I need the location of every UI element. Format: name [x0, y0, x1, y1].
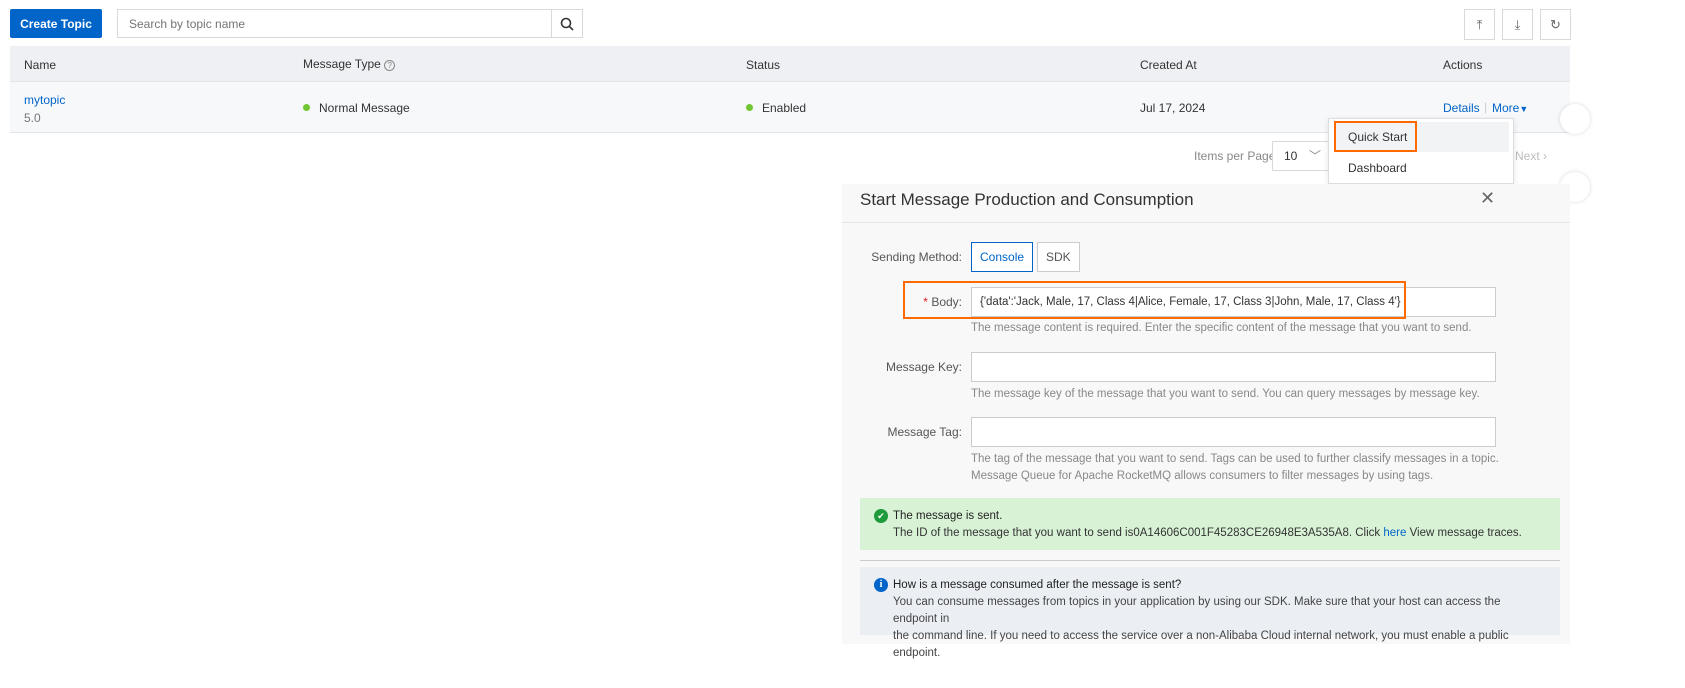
message-key-label: Message Key: — [885, 360, 962, 374]
info-title: How is a message consumed after the mess… — [893, 579, 1182, 591]
created-at-value: Jul 17, 2024 — [1140, 101, 1206, 115]
success-title: The message is sent. — [893, 510, 1003, 522]
help-icon[interactable]: ? — [384, 60, 396, 71]
header-actions: Actions — [1443, 58, 1483, 72]
success-text-part: The ID of the message that you want to s… — [893, 527, 1384, 539]
search-button[interactable] — [551, 10, 582, 37]
quick-start-panel: Start Message Production and Consumption… — [842, 184, 1570, 659]
caret-down-icon: ▼ — [1519, 104, 1529, 114]
highlight-box — [1334, 121, 1417, 152]
next-page-button[interactable]: Next › — [1515, 149, 1547, 163]
status-dot-icon — [303, 104, 310, 111]
upload-button[interactable]: ⤒ — [1464, 9, 1495, 40]
info-text-line: You can consume messages from topics in … — [893, 596, 1501, 625]
search-icon — [560, 17, 574, 31]
page-size-value: 10 — [1284, 149, 1298, 163]
download-icon: ⤓ — [1514, 16, 1521, 32]
search-box — [117, 9, 583, 38]
section-divider — [860, 560, 1560, 561]
success-text-part: View message traces. — [1406, 527, 1522, 539]
tag-help-line: Message Queue for Apache RocketMQ allows… — [971, 470, 1434, 482]
message-key-input[interactable] — [971, 352, 1496, 382]
chevron-down-icon: ﹀ — [1308, 149, 1321, 163]
status-value: Enabled — [762, 101, 807, 115]
download-button[interactable]: ⤓ — [1502, 9, 1533, 40]
info-icon: i — [874, 578, 888, 592]
message-tag-help: The tag of the message that you want to … — [971, 451, 1499, 485]
success-text: The ID of the message that you want to s… — [893, 525, 1546, 542]
info-text-line: the command line. If you need to access … — [893, 630, 1509, 659]
more-label: More — [1492, 101, 1520, 115]
success-alert: ✔ The message is sent. The ID of the mes… — [860, 498, 1560, 550]
message-type-cell: Normal Message — [303, 101, 410, 115]
message-key-help: The message key of the message that you … — [971, 388, 1480, 400]
table-header: Name Message Type ? Status Created At Ac… — [10, 46, 1570, 82]
close-icon[interactable]: ✕ — [1480, 188, 1495, 209]
message-tag-input[interactable] — [971, 417, 1496, 447]
message-type-value: Normal Message — [319, 101, 410, 115]
page-size-select[interactable]: 10 ﹀ — [1272, 141, 1330, 171]
message-tag-label: Message Tag: — [887, 425, 963, 439]
search-input[interactable] — [118, 10, 551, 37]
chevron-right-icon: › — [1543, 149, 1548, 163]
header-created-at: Created At — [1140, 58, 1197, 72]
details-link[interactable]: Details — [1443, 101, 1480, 115]
next-label: Next — [1515, 149, 1540, 163]
header-name: Name — [24, 58, 57, 72]
highlight-box — [903, 281, 1406, 319]
more-dropdown-trigger[interactable]: More▼ — [1492, 101, 1528, 115]
refresh-button[interactable]: ↻ — [1540, 9, 1571, 40]
topic-version: 5.0 — [24, 111, 41, 125]
items-per-page-label: Items per Page — [1194, 149, 1276, 163]
header-message-type: Message Type ? — [303, 57, 396, 71]
panel-divider — [842, 222, 1570, 223]
check-circle-icon: ✔ — [874, 509, 888, 523]
topic-name-link[interactable]: mytopic — [24, 93, 65, 107]
info-alert: i How is a message consumed after the me… — [860, 567, 1560, 659]
message-trace-link[interactable]: here — [1383, 527, 1406, 539]
create-topic-button[interactable]: Create Topic — [10, 9, 102, 38]
upload-icon: ⤒ — [1476, 16, 1483, 32]
action-divider: | — [1484, 100, 1488, 114]
status-cell: Enabled — [746, 101, 806, 115]
status-dot-icon — [746, 104, 753, 111]
header-message-type-label: Message Type — [303, 57, 381, 71]
panel-title: Start Message Production and Consumption — [860, 190, 1194, 209]
refresh-icon: ↻ — [1550, 16, 1561, 32]
menu-item-dashboard[interactable]: Dashboard — [1335, 153, 1509, 183]
tag-help-line: The tag of the message that you want to … — [971, 453, 1499, 465]
side-float-button[interactable] — [1560, 104, 1590, 134]
header-status: Status — [746, 58, 781, 72]
body-help: The message content is required. Enter t… — [971, 322, 1472, 334]
sending-method-label: Sending Method: — [871, 250, 962, 264]
method-sdk-button[interactable]: SDK — [1037, 242, 1080, 272]
method-console-button[interactable]: Console — [971, 242, 1034, 272]
